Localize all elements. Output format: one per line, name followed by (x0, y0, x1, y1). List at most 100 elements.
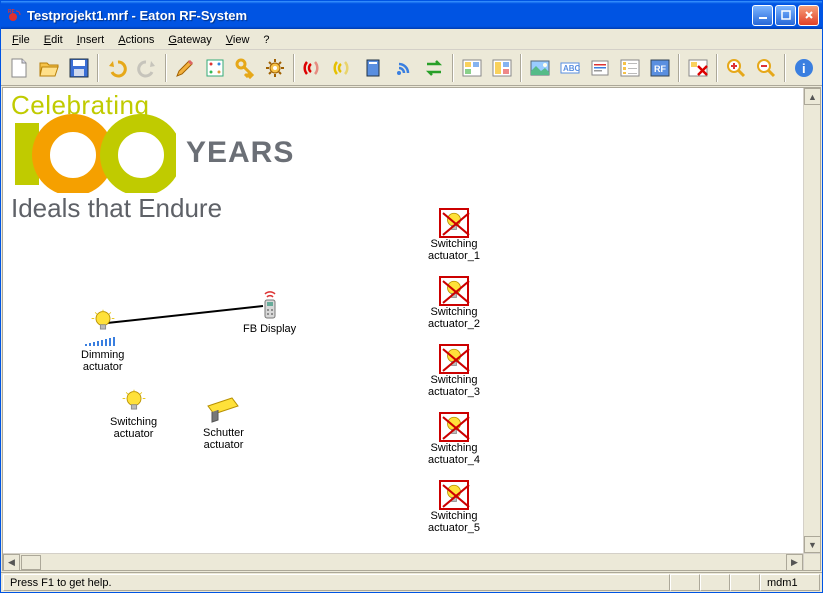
bulb-icon (89, 308, 117, 336)
menu-file[interactable]: File (5, 32, 37, 48)
minimize-button[interactable] (752, 5, 773, 26)
crossed-bulb-icon (439, 480, 469, 510)
node-switching-actuator-4[interactable]: Switching actuator_4 (428, 412, 480, 466)
node-switching-actuator-5[interactable]: Switching actuator_5 (428, 480, 480, 534)
node-label: Switching actuator_4 (428, 442, 480, 466)
zoom-out-button[interactable] (752, 53, 780, 83)
picture-button[interactable] (526, 53, 554, 83)
gear-button[interactable] (261, 53, 289, 83)
bulb-icon (120, 388, 148, 416)
list-button[interactable] (616, 53, 644, 83)
swap-button[interactable] (420, 53, 448, 83)
node-label: Schutter actuator (203, 427, 244, 451)
separator (784, 54, 786, 82)
shutter-icon (206, 396, 240, 424)
svg-text:i: i (802, 61, 806, 76)
scroll-down-icon[interactable]: ▼ (804, 536, 821, 553)
status-hint: Press F1 to get help. (3, 574, 670, 591)
scroll-thumb[interactable] (21, 555, 41, 570)
node-switching-actuator[interactable]: Switching actuator (110, 388, 157, 440)
transmit-button[interactable] (390, 53, 418, 83)
signal-yellow-button[interactable] (329, 53, 357, 83)
scroll-left-icon[interactable]: ◀ (3, 554, 20, 571)
separator (452, 54, 454, 82)
separator (293, 54, 295, 82)
menu-gateway[interactable]: Gateway (161, 32, 218, 48)
window-title: Testprojekt1.mrf - Eaton RF-System (27, 8, 752, 23)
close-button[interactable] (798, 5, 819, 26)
status-hardware: mdm1 (760, 574, 820, 591)
svg-text:RF: RF (654, 64, 666, 74)
crossed-bulb-icon (439, 412, 469, 442)
menu-actions[interactable]: Actions (111, 32, 161, 48)
separator (678, 54, 680, 82)
redo-button[interactable] (133, 53, 161, 83)
canvas-container: Celebrating YEARS Ideals that Endure (2, 87, 821, 571)
menu-view[interactable]: View (219, 32, 257, 48)
grid-button[interactable] (201, 53, 229, 83)
node-label: Switching actuator_1 (428, 238, 480, 262)
svg-text:RF: RF (8, 9, 15, 15)
remove-button[interactable] (684, 53, 712, 83)
node-label: FB Display (243, 323, 296, 335)
separator (716, 54, 718, 82)
dimming-bars-icon (85, 336, 121, 346)
node-dimming-actuator[interactable]: Dimming actuator (81, 308, 124, 373)
module2-button[interactable] (488, 53, 516, 83)
node-shutter-actuator[interactable]: Schutter actuator (203, 396, 244, 451)
menu-bar: File Edit Insert Actions Gateway View ? (1, 30, 822, 50)
remote-icon (256, 288, 284, 320)
status-cell-2 (700, 574, 730, 591)
toolbar: ABC RF i (1, 50, 822, 86)
module1-button[interactable] (458, 53, 486, 83)
zoom-in-button[interactable] (722, 53, 750, 83)
app-icon: RF (7, 7, 23, 23)
vertical-scrollbar[interactable]: ▲ ▼ (803, 88, 820, 553)
horizontal-scrollbar[interactable]: ◀ ▶ (3, 553, 803, 570)
title-bar: RF Testprojekt1.mrf - Eaton RF-System (1, 1, 822, 29)
status-bar: Press F1 to get help. mdm1 (1, 572, 822, 592)
main-window: RF Testprojekt1.mrf - Eaton RF-System Fi… (0, 0, 823, 593)
separator (97, 54, 99, 82)
info-button[interactable]: i (790, 53, 818, 83)
rf-button[interactable]: RF (646, 53, 674, 83)
logo-tagline: Ideals that Endure (11, 193, 294, 224)
separator (165, 54, 167, 82)
node-fb-display[interactable]: FB Display (243, 288, 296, 335)
scroll-up-icon[interactable]: ▲ (804, 88, 821, 105)
maximize-button[interactable] (775, 5, 796, 26)
node-label: Switching actuator_3 (428, 374, 480, 398)
node-label: Switching actuator_2 (428, 306, 480, 330)
logo: Celebrating YEARS Ideals that Endure (11, 90, 294, 224)
scrollbar-corner (803, 553, 820, 570)
label-button[interactable]: ABC (556, 53, 584, 83)
crossed-bulb-icon (439, 276, 469, 306)
svg-text:ABC: ABC (563, 64, 581, 73)
crossed-bulb-icon (439, 344, 469, 374)
menu-edit[interactable]: Edit (37, 32, 70, 48)
menu-insert[interactable]: Insert (70, 32, 112, 48)
signal-red-button[interactable] (299, 53, 327, 83)
status-cell-3 (730, 574, 760, 591)
node-label: Dimming actuator (81, 349, 124, 373)
scroll-right-icon[interactable]: ▶ (786, 554, 803, 571)
canvas[interactable]: Celebrating YEARS Ideals that Endure (3, 88, 820, 570)
separator (520, 54, 522, 82)
key-button[interactable] (231, 53, 259, 83)
book-button[interactable] (360, 53, 388, 83)
undo-button[interactable] (103, 53, 131, 83)
node-switching-actuator-2[interactable]: Switching actuator_2 (428, 276, 480, 330)
node-label: Switching actuator_5 (428, 510, 480, 534)
open-button[interactable] (35, 53, 63, 83)
node-switching-actuator-1[interactable]: Switching actuator_1 (428, 208, 480, 262)
new-button[interactable] (5, 53, 33, 83)
edit-button[interactable] (171, 53, 199, 83)
text-button[interactable] (586, 53, 614, 83)
logo-years: YEARS (186, 136, 294, 170)
crossed-bulb-icon (439, 208, 469, 238)
node-switching-actuator-3[interactable]: Switching actuator_3 (428, 344, 480, 398)
menu-help[interactable]: ? (256, 32, 276, 48)
save-button[interactable] (65, 53, 93, 83)
logo-100-icon (11, 113, 176, 193)
status-cell-1 (670, 574, 700, 591)
